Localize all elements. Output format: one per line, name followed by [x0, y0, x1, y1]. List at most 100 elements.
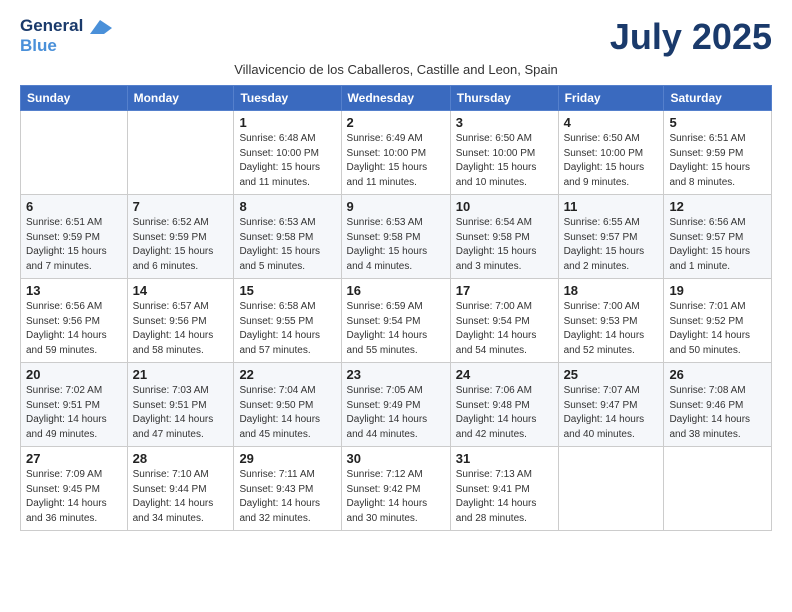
calendar-cell: 30Sunrise: 7:12 AM Sunset: 9:42 PM Dayli…: [341, 447, 450, 531]
weekday-header-monday: Monday: [127, 86, 234, 111]
logo-subtext: Blue: [20, 36, 57, 56]
day-number: 16: [347, 283, 445, 298]
calendar-cell: 27 Sunrise: 7:09 AM Sunset: 9:45 PM Dayli…: [21, 447, 128, 531]
day-info: Sunrise: 6:56 AM Sunset: 9:56 PM Dayligh…: [26, 300, 122, 358]
day-number: 15: [239, 283, 335, 298]
calendar-cell: 26 Sunrise: 7:08 AM Sunset: 9:46 PM Dayli…: [664, 363, 772, 447]
day-number: 26: [669, 367, 766, 382]
calendar-cell: 4 Sunrise: 6:50 AM Sunset: 10:00 PM Dayli…: [558, 111, 664, 195]
day-number: 3: [456, 115, 553, 130]
calendar-cell: 14 Sunrise: 6:57 AM Sunset: 9:56 PM Dayli…: [127, 279, 234, 363]
day-number: 1: [239, 115, 335, 130]
day-info: Sunrise: 7:04 AM Sunset: 9:50 PM Dayligh…: [239, 384, 335, 442]
calendar-cell: 9 Sunrise: 6:53 AM Sunset: 9:58 PM Daylig…: [341, 195, 450, 279]
calendar-cell: 6 Sunrise: 6:51 AM Sunset: 9:59 PM Daylig…: [21, 195, 128, 279]
day-number: 20: [26, 367, 122, 382]
calendar-cell: [127, 111, 234, 195]
calendar-cell: [664, 447, 772, 531]
day-number: 23: [347, 367, 445, 382]
day-number: 10: [456, 199, 553, 214]
day-info: Sunrise: 6:48 AM Sunset: 10:00 PM Daylig…: [239, 132, 335, 190]
calendar-cell: [558, 447, 664, 531]
day-info: Sunrise: 7:01 AM Sunset: 9:52 PM Dayligh…: [669, 300, 766, 358]
calendar-cell: 31 Sunrise: 7:13 AM Sunset: 9:41 PM Dayli…: [450, 447, 558, 531]
day-info: Sunrise: 6:52 AM Sunset: 9:59 PM Dayligh…: [133, 216, 229, 274]
weekday-header-friday: Friday: [558, 86, 664, 111]
calendar-cell: [21, 111, 128, 195]
logo: General Blue: [20, 16, 112, 55]
day-info: Sunrise: 7:13 AM Sunset: 9:41 PM Dayligh…: [456, 468, 553, 526]
calendar-cell: 5 Sunrise: 6:51 AM Sunset: 9:59 PM Daylig…: [664, 111, 772, 195]
calendar-cell: 8 Sunrise: 6:53 AM Sunset: 9:58 PM Daylig…: [234, 195, 341, 279]
day-info: Sunrise: 7:07 AM Sunset: 9:47 PM Dayligh…: [564, 384, 659, 442]
calendar-cell: 12 Sunrise: 6:56 AM Sunset: 9:57 PM Dayli…: [664, 195, 772, 279]
day-info: Sunrise: 7:10 AM Sunset: 9:44 PM Dayligh…: [133, 468, 229, 526]
day-number: 28: [133, 451, 229, 466]
day-info: Sunrise: 7:11 AM Sunset: 9:43 PM Dayligh…: [239, 468, 335, 526]
day-number: 17: [456, 283, 553, 298]
day-number: 27: [26, 451, 122, 466]
weekday-header-sunday: Sunday: [21, 86, 128, 111]
weekday-header-thursday: Thursday: [450, 86, 558, 111]
calendar-cell: 21 Sunrise: 7:03 AM Sunset: 9:51 PM Dayli…: [127, 363, 234, 447]
day-info: Sunrise: 6:55 AM Sunset: 9:57 PM Dayligh…: [564, 216, 659, 274]
day-number: 29: [239, 451, 335, 466]
day-info: Sunrise: 6:59 AM Sunset: 9:54 PM Dayligh…: [347, 300, 445, 358]
day-number: 19: [669, 283, 766, 298]
day-number: 4: [564, 115, 659, 130]
calendar-cell: 10Sunrise: 6:54 AM Sunset: 9:58 PM Dayli…: [450, 195, 558, 279]
weekday-header-tuesday: Tuesday: [234, 86, 341, 111]
day-number: 25: [564, 367, 659, 382]
day-number: 18: [564, 283, 659, 298]
day-info: Sunrise: 7:00 AM Sunset: 9:53 PM Dayligh…: [564, 300, 659, 358]
calendar-cell: 29 Sunrise: 7:11 AM Sunset: 9:43 PM Dayli…: [234, 447, 341, 531]
day-number: 6: [26, 199, 122, 214]
day-info: Sunrise: 6:51 AM Sunset: 9:59 PM Dayligh…: [669, 132, 766, 190]
day-number: 24: [456, 367, 553, 382]
day-info: Sunrise: 6:57 AM Sunset: 9:56 PM Dayligh…: [133, 300, 229, 358]
day-info: Sunrise: 6:51 AM Sunset: 9:59 PM Dayligh…: [26, 216, 122, 274]
day-number: 5: [669, 115, 766, 130]
calendar-cell: 23 Sunrise: 7:05 AM Sunset: 9:49 PM Dayli…: [341, 363, 450, 447]
calendar-cell: 3 Sunrise: 6:50 AM Sunset: 10:00 PM Dayli…: [450, 111, 558, 195]
logo-text: General: [20, 16, 112, 36]
day-number: 14: [133, 283, 229, 298]
calendar-cell: 24 Sunrise: 7:06 AM Sunset: 9:48 PM Dayli…: [450, 363, 558, 447]
calendar-cell: 17Sunrise: 7:00 AM Sunset: 9:54 PM Dayli…: [450, 279, 558, 363]
calendar-cell: 19 Sunrise: 7:01 AM Sunset: 9:52 PM Dayli…: [664, 279, 772, 363]
day-info: Sunrise: 6:53 AM Sunset: 9:58 PM Dayligh…: [347, 216, 445, 274]
calendar-cell: 22 Sunrise: 7:04 AM Sunset: 9:50 PM Dayli…: [234, 363, 341, 447]
day-info: Sunrise: 7:03 AM Sunset: 9:51 PM Dayligh…: [133, 384, 229, 442]
day-info: Sunrise: 6:50 AM Sunset: 10:00 PM Daylig…: [564, 132, 659, 190]
day-info: Sunrise: 7:12 AM Sunset: 9:42 PM Dayligh…: [347, 468, 445, 526]
calendar-cell: 11 Sunrise: 6:55 AM Sunset: 9:57 PM Dayli…: [558, 195, 664, 279]
day-number: 12: [669, 199, 766, 214]
day-number: 7: [133, 199, 229, 214]
day-info: Sunrise: 6:49 AM Sunset: 10:00 PM Daylig…: [347, 132, 445, 190]
day-info: Sunrise: 7:06 AM Sunset: 9:48 PM Dayligh…: [456, 384, 553, 442]
day-number: 11: [564, 199, 659, 214]
calendar-cell: 25 Sunrise: 7:07 AM Sunset: 9:47 PM Dayli…: [558, 363, 664, 447]
day-number: 9: [347, 199, 445, 214]
calendar-cell: 2Sunrise: 6:49 AM Sunset: 10:00 PM Dayli…: [341, 111, 450, 195]
day-number: 8: [239, 199, 335, 214]
weekday-header-saturday: Saturday: [664, 86, 772, 111]
header: General Blue July 2025: [20, 16, 772, 58]
day-info: Sunrise: 6:50 AM Sunset: 10:00 PM Daylig…: [456, 132, 553, 190]
calendar-cell: 1 Sunrise: 6:48 AM Sunset: 10:00 PM Dayli…: [234, 111, 341, 195]
day-number: 22: [239, 367, 335, 382]
day-info: Sunrise: 7:09 AM Sunset: 9:45 PM Dayligh…: [26, 468, 122, 526]
calendar-cell: 28 Sunrise: 7:10 AM Sunset: 9:44 PM Dayli…: [127, 447, 234, 531]
calendar-table: SundayMondayTuesdayWednesdayThursdayFrid…: [20, 85, 772, 531]
subtitle: Villavicencio de los Caballeros, Castill…: [20, 62, 772, 77]
day-number: 31: [456, 451, 553, 466]
day-info: Sunrise: 6:53 AM Sunset: 9:58 PM Dayligh…: [239, 216, 335, 274]
day-info: Sunrise: 7:08 AM Sunset: 9:46 PM Dayligh…: [669, 384, 766, 442]
day-number: 21: [133, 367, 229, 382]
day-info: Sunrise: 6:58 AM Sunset: 9:55 PM Dayligh…: [239, 300, 335, 358]
day-info: Sunrise: 6:56 AM Sunset: 9:57 PM Dayligh…: [669, 216, 766, 274]
calendar-cell: 7 Sunrise: 6:52 AM Sunset: 9:59 PM Daylig…: [127, 195, 234, 279]
day-number: 13: [26, 283, 122, 298]
day-info: Sunrise: 7:05 AM Sunset: 9:49 PM Dayligh…: [347, 384, 445, 442]
calendar-cell: 15 Sunrise: 6:58 AM Sunset: 9:55 PM Dayli…: [234, 279, 341, 363]
